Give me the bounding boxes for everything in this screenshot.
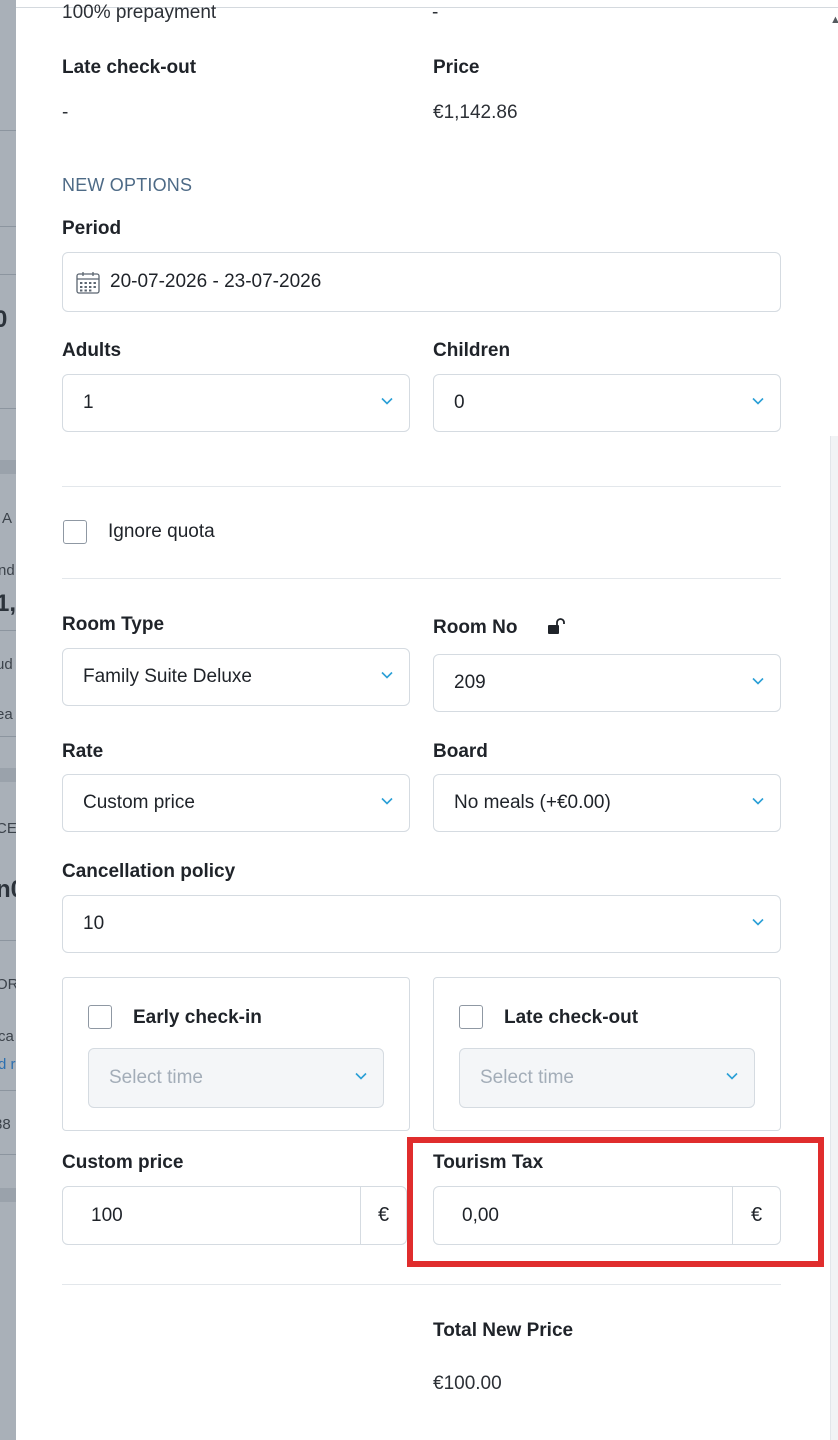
chevron-down-icon [752,797,764,809]
room-no-label: Room No [433,617,518,638]
cancellation-policy-label: Cancellation policy [62,861,236,882]
room-type-value: Family Suite Deluxe [83,666,252,687]
chevron-down-icon [381,797,393,809]
late-checkout-value: - [62,102,69,123]
prepayment-text: 100% prepayment [62,2,217,23]
late-checkout-option-label: Late check-out [504,1007,639,1028]
price-label: Price [433,57,480,78]
board-label: Board [433,741,488,762]
section-divider [62,578,781,579]
total-new-price-label: Total New Price [433,1320,574,1341]
background-text: CE [0,820,17,837]
chevron-down-icon [752,397,764,409]
price-value: €1,142.86 [433,102,518,123]
custom-price-label: Custom price [62,1152,184,1173]
chevron-down-icon [726,1072,738,1084]
background-text: ea [0,706,13,723]
chevron-down-icon [752,677,764,689]
early-checkin-group: Early check-in Select time [62,977,410,1131]
ignore-quota-checkbox[interactable] [63,520,87,544]
adults-value: 1 [83,392,94,413]
room-no-select[interactable]: 209 [433,654,781,712]
tourism-tax-highlight [407,1137,824,1267]
background-text: A [2,510,13,527]
early-checkin-time-select[interactable]: Select time [88,1048,384,1108]
custom-price-input[interactable]: 100 € [62,1186,407,1245]
late-checkout-time-select[interactable]: Select time [459,1048,755,1108]
board-value: No meals (+€0.00) [454,792,611,813]
room-type-select[interactable]: Family Suite Deluxe [62,648,410,706]
room-no-value: 209 [454,672,486,693]
background-link: d r [0,1056,16,1073]
children-label: Children [433,340,511,361]
calendar-icon [75,270,101,301]
ignore-quota-label: Ignore quota [108,521,215,542]
board-select[interactable]: No meals (+€0.00) [433,774,781,832]
scrollbar[interactable] [830,436,838,1440]
chevron-down-icon [381,671,393,683]
section-divider [62,1284,781,1285]
new-options-heading: NEW OPTIONS [62,175,193,195]
period-date-range-input[interactable]: 20-07-2026 - 23-07-2026 [62,252,781,312]
background-text: ca [0,1028,14,1045]
late-checkout-group: Late check-out Select time [433,977,781,1131]
section-divider [62,486,781,487]
chevron-down-icon [381,397,393,409]
background-text: 1, [0,590,17,617]
cancellation-policy-select[interactable]: 10 [62,895,781,953]
early-checkin-checkbox[interactable] [88,1005,112,1029]
children-select[interactable]: 0 [433,374,781,432]
currency-addon: € [360,1187,406,1244]
early-checkin-label: Early check-in [133,1007,262,1028]
adults-label: Adults [62,340,122,361]
background-text: 38 [0,1116,11,1133]
early-checkin-placeholder: Select time [109,1067,203,1088]
background-text: nd [0,562,15,579]
edit-booking-panel: ▲ 100% prepayment - Late check-out - Pri… [16,0,838,1440]
total-new-price-value: €100.00 [433,1373,502,1394]
late-checkout-checkbox[interactable] [459,1005,483,1029]
cancellation-policy-value: 10 [83,913,105,934]
period-value: 20-07-2026 - 23-07-2026 [110,271,322,292]
adults-select[interactable]: 1 [62,374,410,432]
room-type-label: Room Type [62,614,165,635]
late-checkout-label: Late check-out [62,57,197,78]
rate-label: Rate [62,741,104,762]
background-text: ud [0,656,13,673]
children-value: 0 [454,392,465,413]
chevron-down-icon [752,918,764,930]
unlock-icon[interactable] [546,617,568,642]
background-text: 0 [0,306,8,333]
late-checkout-placeholder: Select time [480,1067,574,1088]
custom-price-value: 100 [91,1204,123,1226]
rate-select[interactable]: Custom price [62,774,410,832]
rate-value: Custom price [83,792,195,813]
scroll-up-arrow-icon[interactable]: ▲ [830,14,838,32]
prepayment-value: - [432,2,439,23]
period-label: Period [62,218,122,239]
chevron-down-icon [355,1072,367,1084]
